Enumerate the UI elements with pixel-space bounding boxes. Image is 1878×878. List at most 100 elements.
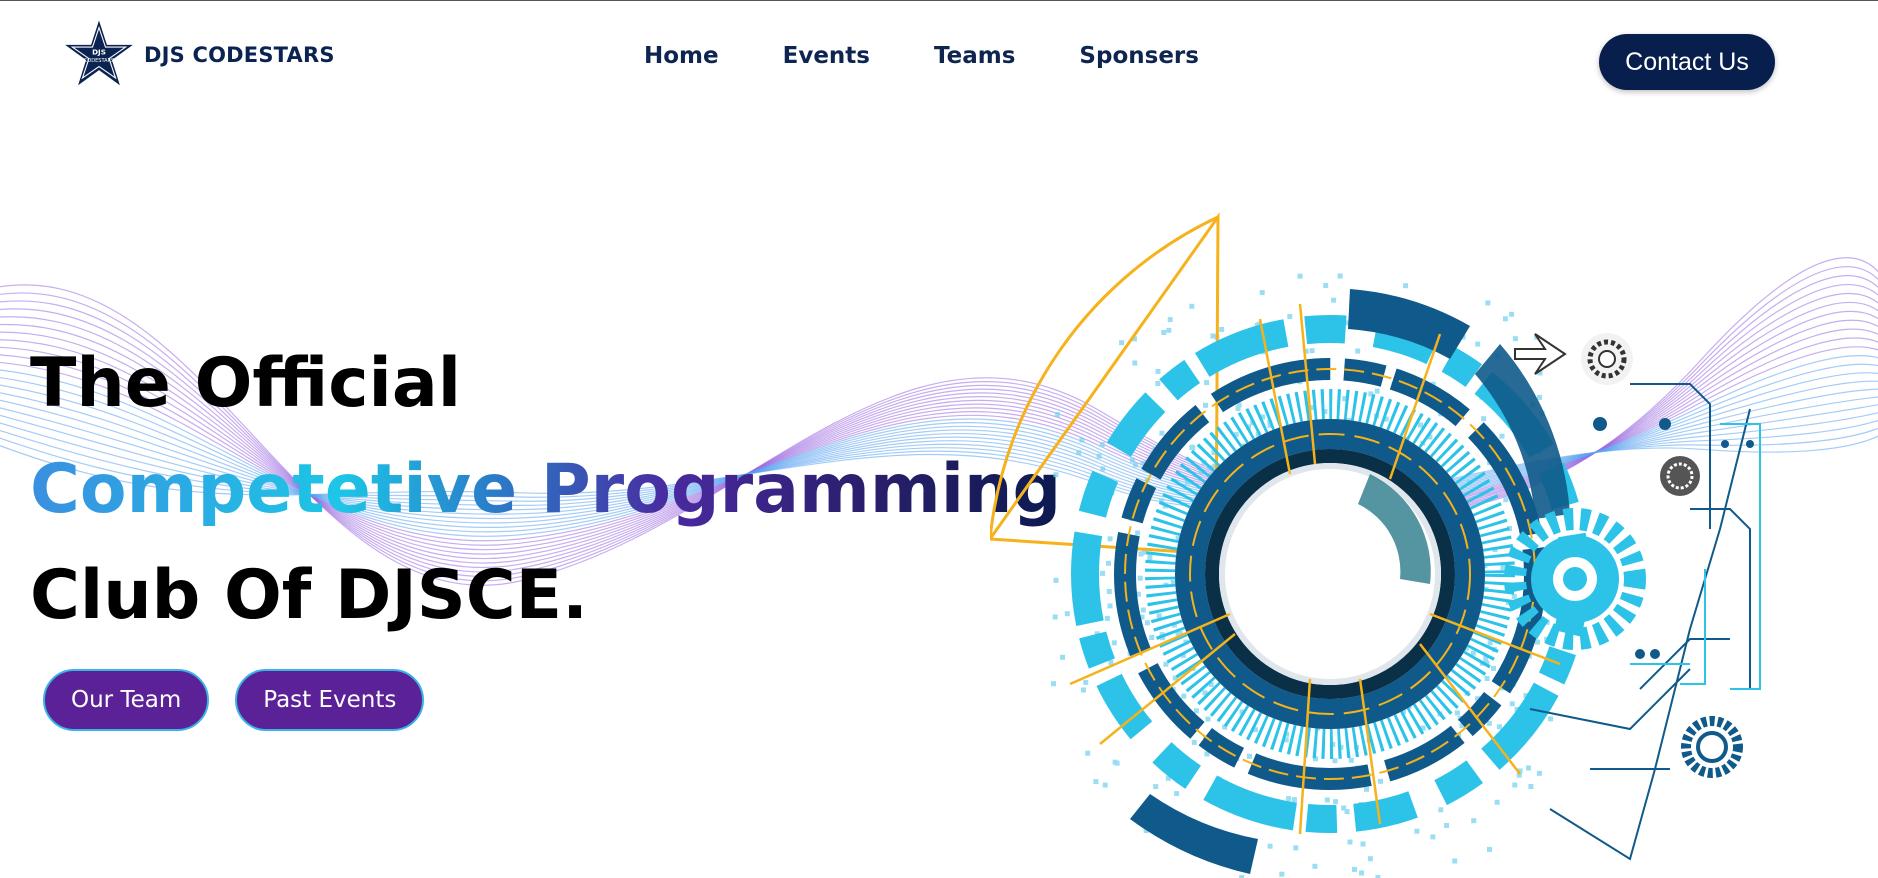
pixel-dot (1348, 757, 1354, 763)
pixel-dot (1548, 716, 1554, 722)
gear-icon (1660, 456, 1700, 496)
pixel-dot (1414, 828, 1420, 834)
pixel-dot (1155, 381, 1161, 386)
pixel-dot (1344, 809, 1350, 814)
pixel-dot (1193, 708, 1199, 714)
pixel-dot (1079, 437, 1085, 443)
pixel-dot (1323, 283, 1329, 288)
pixel-dot (1496, 724, 1502, 730)
pixel-dot (1444, 823, 1450, 828)
pixel-dot (1247, 753, 1252, 759)
pixel-dot (1491, 665, 1496, 671)
pixel-dot (1204, 380, 1210, 386)
pixel-dot (1331, 297, 1337, 303)
pixel-dot (1291, 797, 1297, 803)
pixel-dot (1064, 611, 1070, 617)
pixel-dot (1051, 681, 1056, 687)
our-team-button[interactable]: Our Team (43, 669, 210, 731)
hero-heading: The Official Competetive Programming Clu… (30, 331, 1061, 649)
pixel-dot (1135, 530, 1141, 536)
pixel-dot (1293, 845, 1299, 851)
pixel-dot (1107, 603, 1113, 609)
brand-name: DJS CODESTARS (144, 43, 335, 67)
pixel-dot (1512, 782, 1518, 788)
hero-line-3: Club Of DJSCE. (30, 556, 588, 635)
pixel-dot (1487, 846, 1492, 852)
pixel-dot (1475, 341, 1481, 347)
pixel-dot (1085, 750, 1091, 756)
pixel-dot (1403, 283, 1409, 289)
pixel-dot (1106, 589, 1112, 594)
pixel-dot (1502, 316, 1508, 322)
pixel-dot (1332, 758, 1338, 764)
pixel-dot (1153, 784, 1159, 790)
gear-icon (1581, 333, 1633, 385)
pixel-dot (1052, 614, 1058, 620)
pixel-dot (1500, 565, 1506, 571)
pixel-dot (1512, 336, 1518, 342)
gear-icon (1681, 716, 1743, 778)
pixel-dot (1287, 314, 1293, 319)
pixel-dot (1312, 863, 1318, 869)
pixel-dot (1083, 679, 1089, 685)
pixel-dot (1060, 654, 1066, 660)
pixel-dot (1140, 607, 1146, 613)
pixel-dot (1203, 402, 1208, 408)
pixel-dot (1430, 834, 1436, 840)
svg-text:DJS: DJS (92, 47, 106, 56)
pixel-dot (1452, 858, 1458, 864)
pixel-dot (1096, 453, 1102, 459)
pixel-dot (1054, 412, 1060, 417)
nav-link-events[interactable]: Events (783, 43, 870, 69)
pixel-dot (1100, 466, 1106, 472)
star-logo-icon: DJS CODESTARS (65, 20, 133, 86)
pixel-dot (1189, 303, 1195, 309)
nav-link-home[interactable]: Home (644, 43, 719, 69)
pixel-dot (1205, 716, 1211, 722)
pixel-dot (1189, 444, 1195, 450)
pixel-dot (1438, 807, 1444, 813)
pixel-dot (1144, 620, 1150, 626)
pixel-dot (1378, 778, 1383, 784)
pixel-dot (1355, 348, 1361, 354)
pixel-dot (1191, 739, 1197, 745)
past-events-button[interactable]: Past Events (235, 669, 425, 731)
hero-line-2: Competetive Programming (30, 437, 1061, 543)
pixel-dot (1511, 593, 1517, 599)
pixel-dot (1324, 797, 1330, 803)
pixel-dot (1210, 333, 1216, 339)
nav-link-teams[interactable]: Teams (934, 43, 1015, 69)
pixel-dot (1149, 635, 1155, 640)
pixel-dot (1161, 330, 1167, 335)
pixel-dot (1106, 560, 1111, 566)
pixel-dot (1279, 871, 1285, 877)
pixel-dot (1509, 311, 1515, 317)
pixel-dot (1130, 457, 1136, 463)
pixel-dot (1364, 786, 1369, 792)
pixel-dot (1485, 300, 1491, 306)
pixel-dot (1528, 784, 1534, 789)
pixel-dot (1159, 430, 1165, 436)
tech-circle-illustration (990, 212, 1761, 878)
pixel-dot (1484, 676, 1490, 681)
brand[interactable]: DJS CODESTARS DJS CODESTARS (62, 19, 335, 91)
pixel-dot (1219, 326, 1225, 332)
pixel-dot (1133, 462, 1139, 468)
pixel-dot (1081, 687, 1086, 693)
pixel-dot (1352, 866, 1357, 872)
svg-text:CODESTARS: CODESTARS (84, 58, 115, 64)
pixel-dot (1309, 348, 1315, 354)
pixel-dot (1359, 870, 1365, 876)
nav-link-sponsers[interactable]: Sponsers (1079, 43, 1199, 69)
pixel-dot (1099, 442, 1105, 447)
contact-us-button[interactable]: Contact Us (1599, 34, 1775, 90)
pixel-dot (1374, 388, 1380, 394)
hero-line-1: The Official (30, 344, 462, 423)
pixel-dot (1166, 327, 1172, 333)
pixel-dot (1114, 760, 1120, 766)
pixel-dot (1418, 422, 1423, 428)
pixel-dot (1337, 273, 1343, 279)
pixel-dot (1132, 360, 1138, 366)
pixel-dot (1537, 394, 1542, 400)
pixel-dot (1509, 701, 1515, 707)
